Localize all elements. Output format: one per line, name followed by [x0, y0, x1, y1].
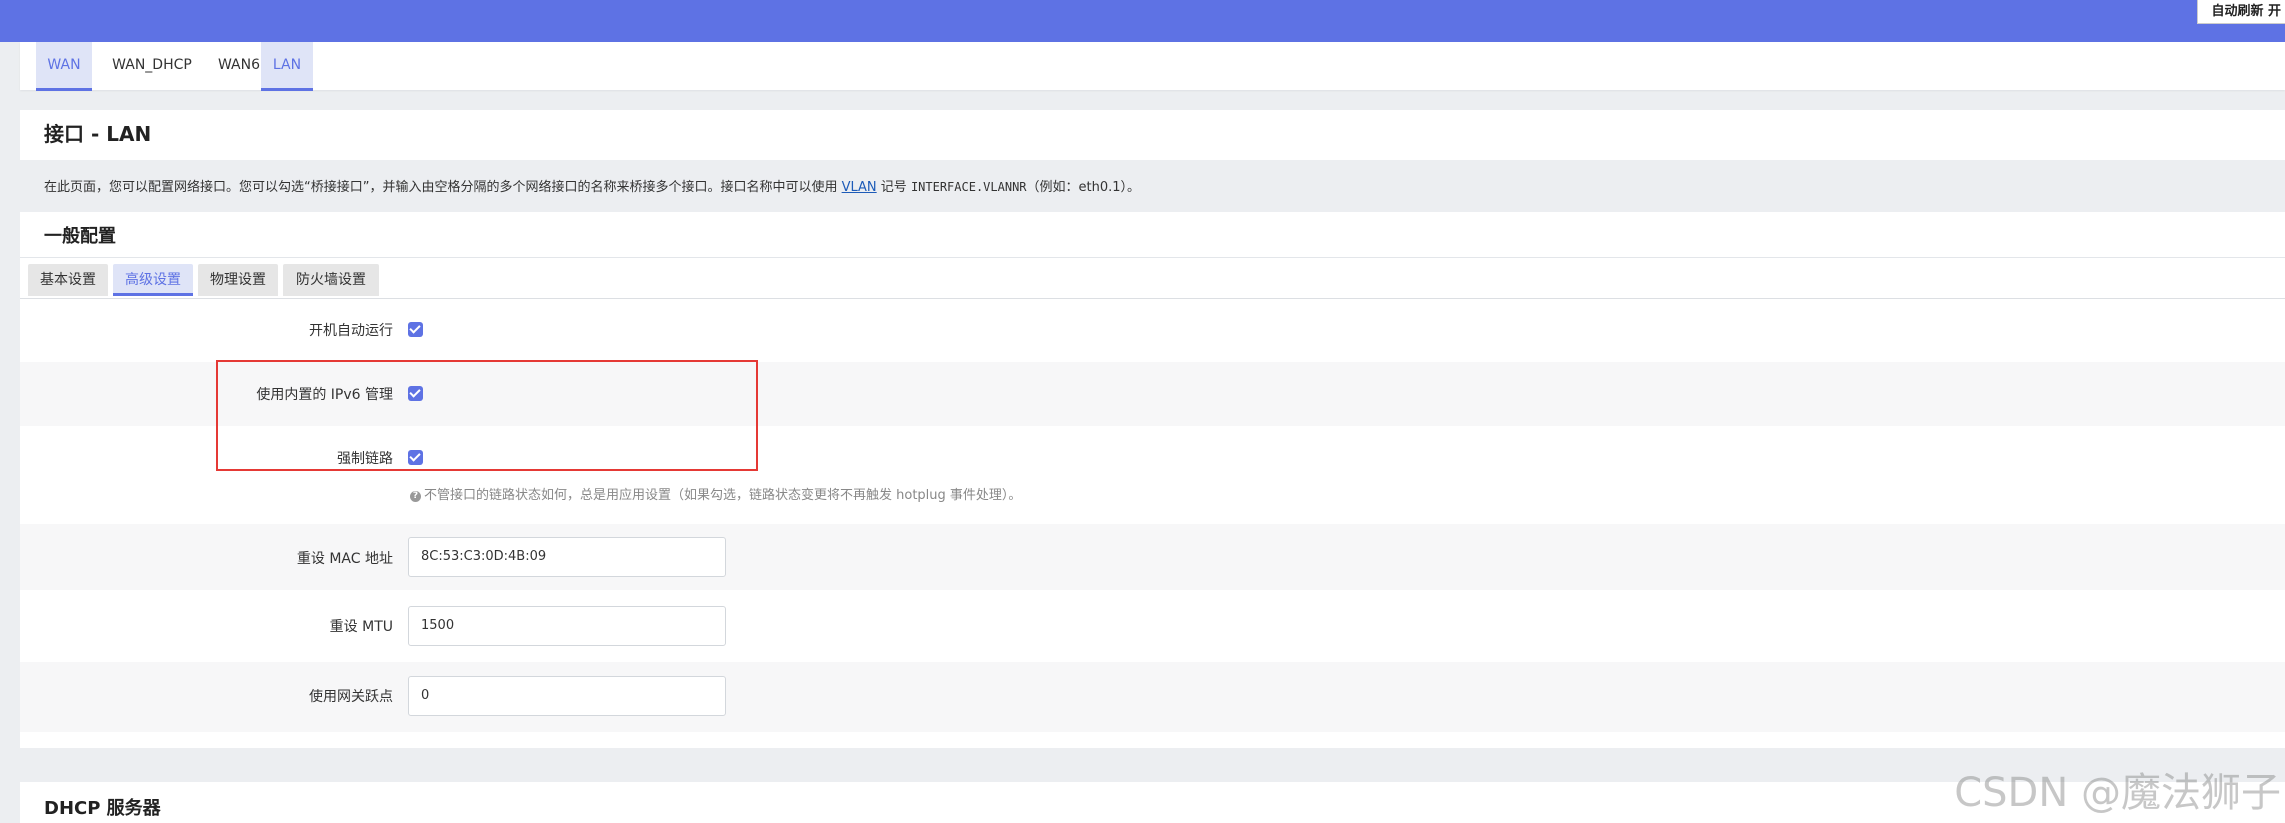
- force-link-hint: ? 不管接口的链路状态如何，总是用应用设置（如果勾选，链路状态变更将不再触发 ho…: [410, 484, 1021, 503]
- mtu-label: 重设 MTU: [329, 619, 393, 635]
- description-text: 在此页面，您可以配置网络接口。您可以勾选“桥接接口”，并输入由空格分隔的多个网络…: [44, 180, 842, 195]
- watermark: CSDN @魔法狮子: [1954, 770, 2281, 816]
- row-autostart: 开机自动运行: [20, 300, 2285, 362]
- highlight-annotation-box: [216, 360, 758, 471]
- force-link-hint-text: 不管接口的链路状态如何，总是用应用设置（如果勾选，链路状态变更将不再触发 hot…: [424, 488, 1022, 503]
- metric-label: 使用网关跃点: [309, 689, 393, 705]
- metric-input[interactable]: 0: [408, 676, 726, 716]
- mtu-input[interactable]: 1500: [408, 606, 726, 646]
- autostart-checkbox[interactable]: [408, 322, 423, 337]
- subtab-divider: [20, 298, 2285, 299]
- subtab-advanced[interactable]: 高级设置: [113, 264, 193, 296]
- row-mac: 重设 MAC 地址 8C:53:C3:0D:4B:09: [20, 524, 2285, 590]
- mac-label: 重设 MAC 地址: [296, 551, 393, 567]
- description-code: INTERFACE.VLANNR: [910, 180, 1027, 194]
- page-title: 接口 - LAN: [44, 122, 152, 146]
- vlan-link[interactable]: VLAN: [842, 180, 877, 195]
- subtab-physical[interactable]: 物理设置: [198, 264, 278, 296]
- interface-tabs: WAN WAN_DHCP WAN6 LAN: [20, 42, 2285, 91]
- dhcp-server-section: DHCP 服务器: [20, 782, 2285, 823]
- divider: [20, 257, 2285, 258]
- dhcp-section-title: DHCP 服务器: [44, 798, 161, 819]
- help-icon: ?: [410, 491, 421, 502]
- tab-lan[interactable]: LAN: [261, 42, 313, 91]
- subtab-firewall[interactable]: 防火墙设置: [283, 264, 379, 296]
- page-header: 接口 - LAN: [20, 110, 2285, 160]
- auto-refresh-button[interactable]: 自动刷新 开: [2197, 0, 2285, 24]
- section-title: 一般配置: [44, 226, 116, 247]
- row-metric: 使用网关跃点 0: [20, 662, 2285, 732]
- tab-wan-dhcp[interactable]: WAN_DHCP: [100, 42, 204, 88]
- tab-wan6[interactable]: WAN6: [210, 42, 268, 88]
- mac-input[interactable]: 8C:53:C3:0D:4B:09: [408, 537, 726, 577]
- autostart-label: 开机自动运行: [309, 323, 393, 339]
- top-bar: 自动刷新 开: [0, 0, 2285, 42]
- description-text-mid: 记号: [876, 180, 911, 195]
- page-description: 在此页面，您可以配置网络接口。您可以勾选“桥接接口”，并输入由空格分隔的多个网络…: [44, 176, 1140, 195]
- tab-wan[interactable]: WAN: [36, 42, 92, 91]
- general-config-section: 一般配置 基本设置 高级设置 物理设置 防火墙设置 开机自动运行 使用内置的 I…: [20, 212, 2285, 748]
- subtab-basic[interactable]: 基本设置: [28, 264, 108, 296]
- row-mtu: 重设 MTU 1500: [20, 590, 2285, 662]
- description-text-suffix: （例如：eth0.1）。: [1026, 180, 1141, 195]
